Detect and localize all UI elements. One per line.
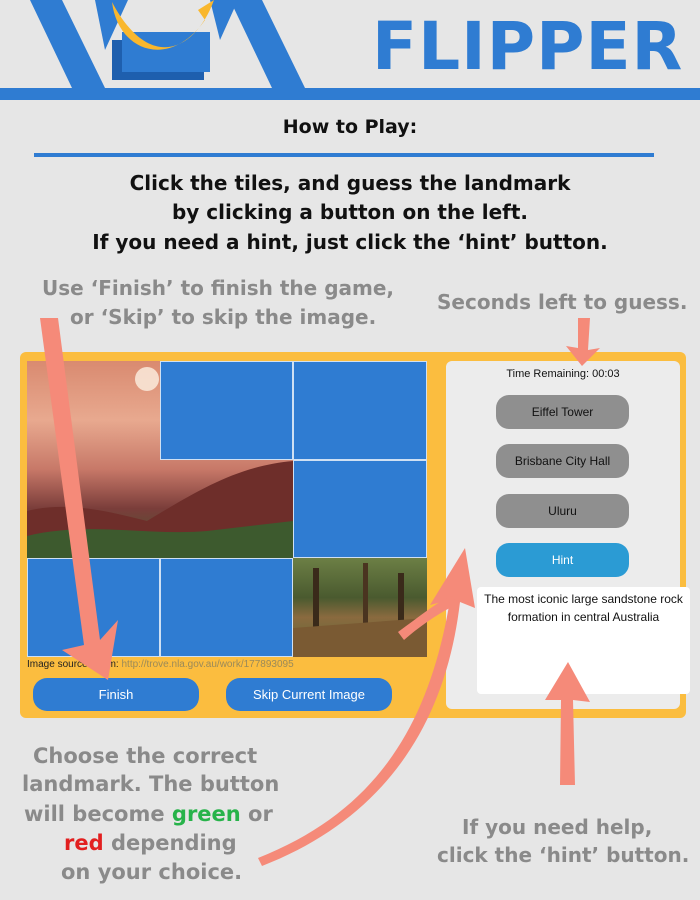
skip-image-button[interactable]: Skip Current Image bbox=[226, 678, 392, 711]
image-source-line: Image sourced from: http://trove.nla.gov… bbox=[27, 659, 294, 670]
instruction-line-3: If you need a hint, just click the ‘hint… bbox=[92, 230, 608, 254]
hint-button[interactable]: Hint bbox=[496, 543, 629, 577]
header-bottom-bar bbox=[0, 88, 700, 100]
how-to-play-heading: How to Play: bbox=[282, 116, 418, 138]
landmark-photo-fragment bbox=[293, 563, 427, 657]
header-stripe-4 bbox=[210, 0, 238, 40]
header-stripe-3 bbox=[230, 0, 305, 88]
help-note-line-2: click the ‘hint’ button. bbox=[437, 843, 690, 867]
choose-will-become: will become bbox=[24, 802, 165, 826]
choose-note-line-5: on your choice. bbox=[61, 860, 243, 884]
tile-1-3[interactable] bbox=[293, 361, 427, 460]
time-remaining: Time Remaining: 00:03 bbox=[506, 368, 620, 380]
header-stripe-1 bbox=[30, 0, 105, 88]
hint-text-box: The most iconic large sandstone rock for… bbox=[477, 587, 690, 694]
depending-word: depending bbox=[110, 831, 237, 855]
tile-board bbox=[27, 361, 427, 657]
choose-note-line-1: Choose the correct bbox=[33, 744, 258, 768]
tile-2-3[interactable] bbox=[293, 460, 427, 558]
heading-divider bbox=[34, 153, 654, 157]
tile-3-2[interactable] bbox=[160, 558, 293, 657]
finish-note-line-2: or ‘Skip’ to skip the image. bbox=[70, 305, 377, 329]
finish-button[interactable]: Finish bbox=[33, 678, 199, 711]
red-word: red bbox=[64, 831, 104, 855]
or-word: or bbox=[248, 802, 273, 826]
choose-note-line-2: landmark. The button bbox=[22, 772, 280, 796]
option-eiffel-tower-button[interactable]: Eiffel Tower bbox=[496, 395, 629, 429]
revealed-tile-3-3 bbox=[293, 558, 427, 657]
choose-note-line-3: will become green or bbox=[24, 802, 273, 826]
brand-title: FLIPPER bbox=[372, 8, 684, 85]
finish-note-line-1: Use ‘Finish’ to finish the game, bbox=[42, 276, 395, 300]
source-label: Image sourced from: bbox=[27, 659, 119, 670]
seconds-note: Seconds left to guess. bbox=[437, 290, 688, 314]
help-note-line-1: If you need help, bbox=[462, 815, 653, 839]
option-brisbane-city-hall-button[interactable]: Brisbane City Hall bbox=[496, 444, 629, 478]
choose-note-line-4: red depending bbox=[64, 831, 237, 855]
tile-1-2[interactable] bbox=[160, 361, 293, 460]
green-word: green bbox=[171, 802, 241, 826]
instruction-line-2: by clicking a button on the left. bbox=[171, 200, 529, 224]
source-link[interactable]: http://trove.nla.gov.au/work/177893095 bbox=[122, 659, 294, 670]
instruction-line-1: Click the tiles, and guess the landmark bbox=[129, 171, 571, 195]
tile-3-1[interactable] bbox=[27, 558, 160, 657]
option-uluru-button[interactable]: Uluru bbox=[496, 494, 629, 528]
